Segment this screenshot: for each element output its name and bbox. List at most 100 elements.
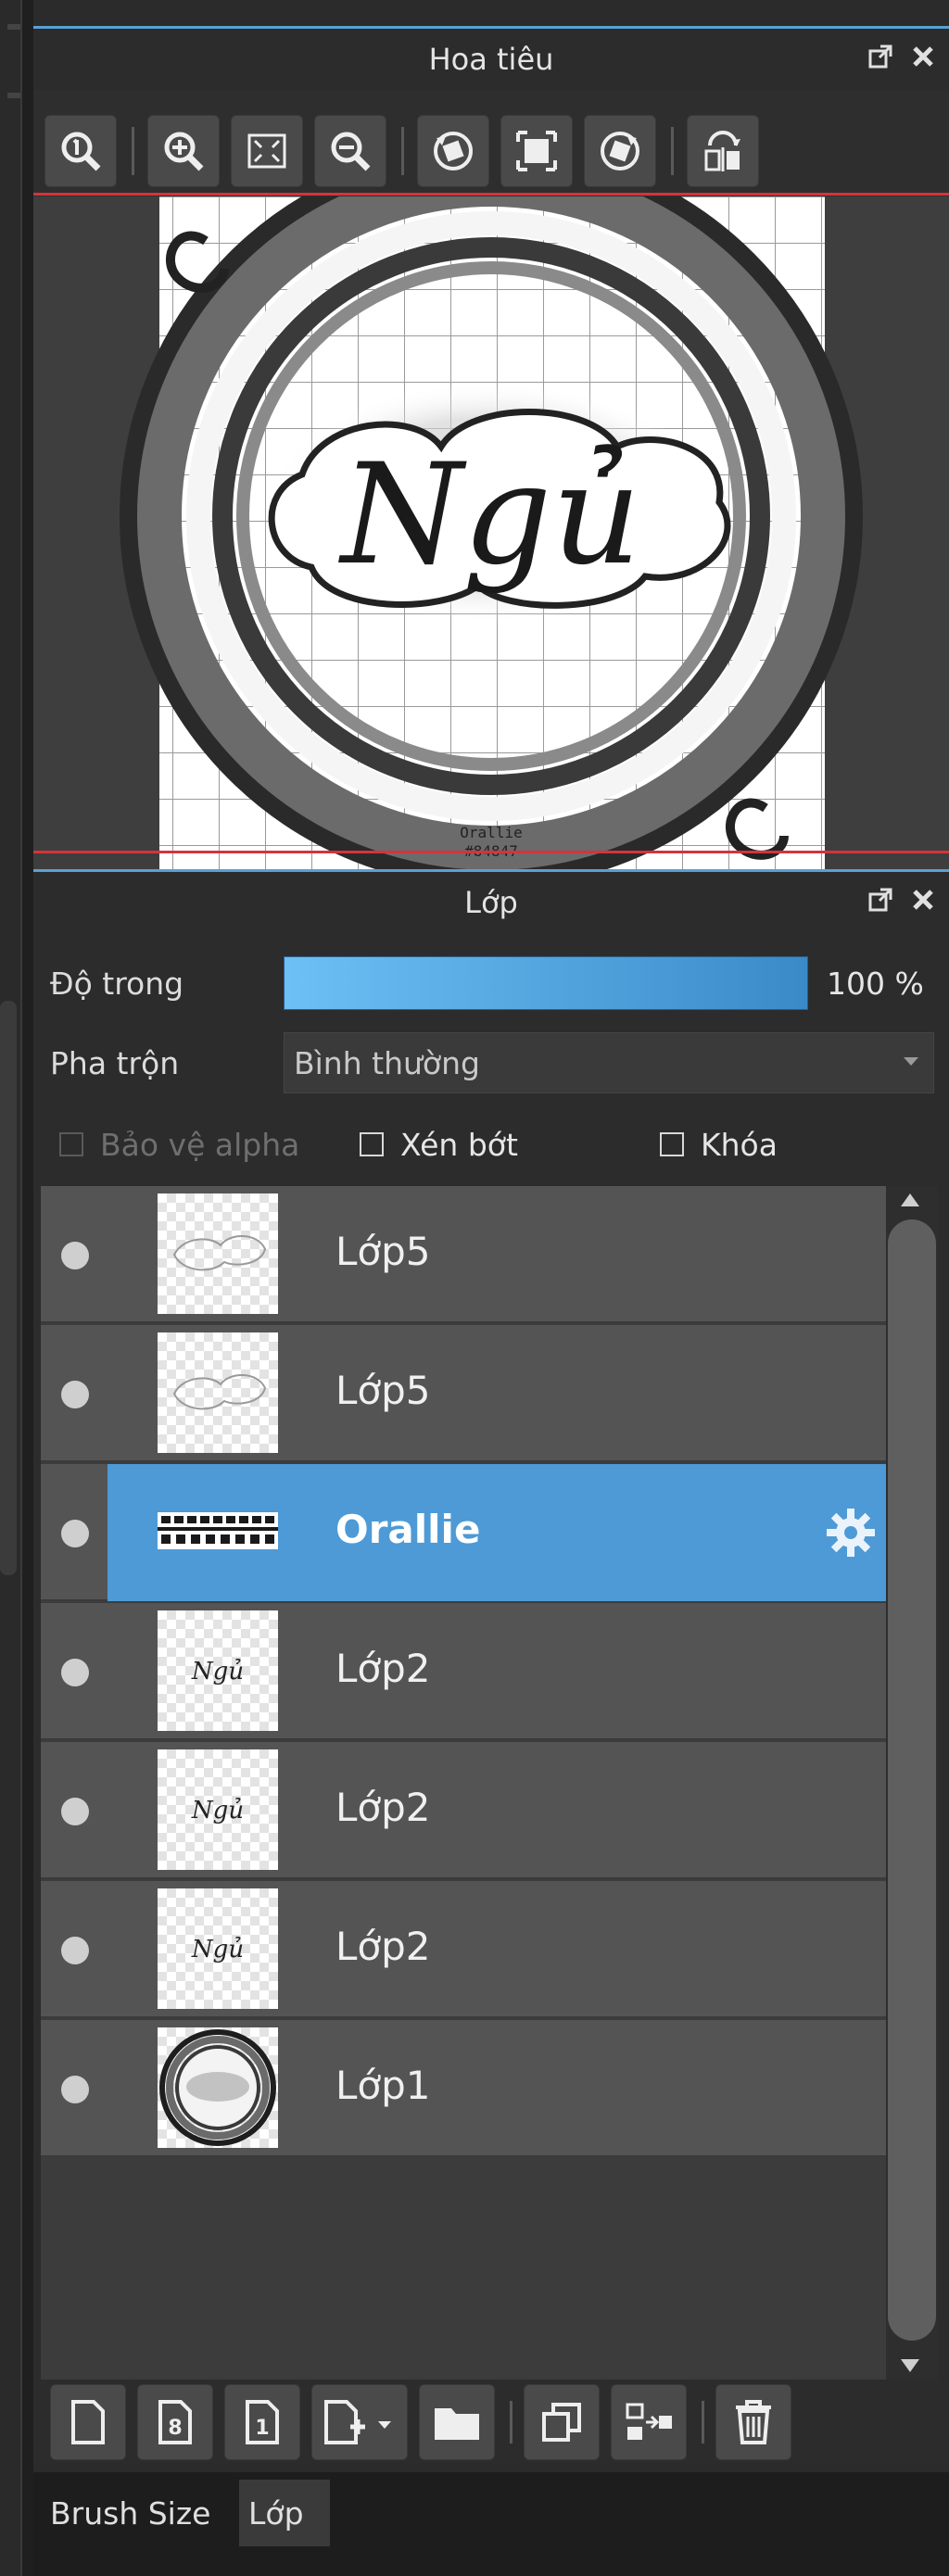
- svg-text:Ngủ: Ngủ: [191, 1797, 244, 1825]
- scroll-up-icon[interactable]: [901, 1193, 919, 1206]
- blend-mode-select[interactable]: Bình thường: [284, 1032, 934, 1093]
- layer-thumbnail: [158, 1193, 278, 1314]
- chevron-down-icon: [904, 1057, 918, 1066]
- layer-name: Orallie: [335, 1507, 481, 1552]
- toolbar-separator: [671, 127, 674, 175]
- zoom-out-icon[interactable]: [314, 115, 386, 187]
- svg-text:8: 8: [168, 2417, 182, 2440]
- layer-row[interactable]: Lớp1: [41, 2020, 886, 2157]
- layer-thumbnail: [158, 2027, 278, 2148]
- visibility-toggle[interactable]: [61, 1798, 89, 1825]
- visibility-toggle[interactable]: [61, 1242, 89, 1269]
- opacity-slider[interactable]: [284, 956, 808, 1010]
- opacity-row: Độ trong 100 %: [33, 951, 949, 1016]
- tab-brush-size-label: Brush Size: [50, 2494, 211, 2532]
- dock-marker: [7, 93, 20, 98]
- navigator-panel: Hoa tiêu Ngủ Orallie: [33, 26, 949, 877]
- popout-icon[interactable]: [866, 885, 895, 915]
- panel-tabbar: Brush Size Lớp: [33, 2472, 949, 2576]
- fit-screen-icon[interactable]: [231, 115, 303, 187]
- navigator-frame-bottom: [33, 851, 949, 853]
- svg-text:Ngủ: Ngủ: [191, 1936, 244, 1964]
- toolbar-separator: [702, 2401, 704, 2443]
- layer-options-row: Bảo vệ alpha Xén bớt Khóa: [33, 1112, 949, 1177]
- visibility-toggle[interactable]: [61, 1937, 89, 1964]
- layer-row[interactable]: Ngủ Lớp2: [41, 1881, 886, 2018]
- popout-icon[interactable]: [866, 42, 895, 71]
- toolbar-separator: [401, 127, 404, 175]
- layer-toolbar: 8 1: [33, 2376, 949, 2469]
- toolbar-separator: [132, 127, 134, 175]
- layer-name: Lớp1: [335, 2063, 431, 2108]
- layer-row[interactable]: Ngủ Lớp2: [41, 1742, 886, 1879]
- flip-horizontal-icon[interactable]: [687, 115, 759, 187]
- left-scrollbar[interactable]: [0, 1001, 17, 1575]
- blend-label: Pha trộn: [50, 1044, 180, 1081]
- opacity-label: Độ trong: [50, 965, 184, 1002]
- visibility-toggle[interactable]: [61, 2076, 89, 2103]
- lock-checkbox[interactable]: Khóa: [660, 1127, 778, 1163]
- visibility-toggle[interactable]: [61, 1381, 89, 1408]
- fit-canvas-icon[interactable]: [500, 115, 573, 187]
- layer-header: Lớp: [33, 869, 949, 933]
- svg-text:1: 1: [255, 2417, 269, 2440]
- layer-list-scrollbar[interactable]: [886, 1186, 938, 2380]
- left-dock-strip: [0, 0, 33, 2576]
- navigator-header: Hoa tiêu: [33, 26, 949, 90]
- clipping-checkbox[interactable]: Xén bớt: [360, 1127, 518, 1163]
- opacity-value: 100 %: [827, 965, 924, 1002]
- navigator-title: Hoa tiêu: [428, 42, 554, 77]
- zoom-100-icon[interactable]: [44, 115, 117, 187]
- close-icon[interactable]: [908, 885, 938, 915]
- new-1bit-layer-icon[interactable]: 1: [224, 2384, 300, 2460]
- duplicate-layer-icon[interactable]: [524, 2384, 600, 2460]
- canvas-preview-art: Ngủ Orallie #84847: [120, 196, 863, 877]
- checkbox-box: [660, 1132, 684, 1156]
- layer-name: Lớp2: [335, 1785, 431, 1830]
- visibility-toggle[interactable]: [61, 1520, 89, 1547]
- layer-list: Lớp5 Lớp5 Orallie Ngủ Lớp2 Ngủ Lớp2 Ngủ …: [41, 1186, 919, 2380]
- layer-title: Lớp: [464, 885, 518, 920]
- tab-brush-size[interactable]: Brush Size: [41, 2480, 235, 2546]
- visibility-toggle[interactable]: [61, 1659, 89, 1686]
- protect-alpha-label: Bảo vệ alpha: [100, 1126, 300, 1163]
- lock-label: Khóa: [701, 1126, 778, 1163]
- clipping-label: Xén bớt: [400, 1126, 518, 1163]
- layer-name: Lớp2: [335, 1924, 431, 1969]
- layer-thumbnail: Ngủ: [158, 1749, 278, 1870]
- blend-row: Pha trộn Bình thường: [33, 1030, 949, 1095]
- layer-row[interactable]: Lớp5: [41, 1186, 886, 1323]
- layer-row-selected[interactable]: Orallie: [41, 1464, 886, 1601]
- navigator-preview[interactable]: Ngủ Orallie #84847: [33, 196, 949, 877]
- layer-thumbnail: Ngủ: [158, 1888, 278, 2009]
- new-layer-icon[interactable]: [50, 2384, 126, 2460]
- merge-down-icon[interactable]: [611, 2384, 687, 2460]
- new-8bit-layer-icon[interactable]: 8: [137, 2384, 213, 2460]
- scroll-down-icon[interactable]: [901, 2359, 919, 2372]
- svg-text:Ngủ: Ngủ: [191, 1658, 244, 1686]
- rotate-left-icon[interactable]: [417, 115, 489, 187]
- preview-watermark-1: Orallie: [460, 824, 522, 841]
- gear-icon[interactable]: [823, 1505, 879, 1560]
- checkbox-box: [59, 1132, 83, 1156]
- rotate-right-icon[interactable]: [584, 115, 656, 187]
- close-icon[interactable]: [908, 42, 938, 71]
- dock-marker: [7, 24, 20, 30]
- scroll-thumb[interactable]: [888, 1219, 936, 2341]
- layer-row[interactable]: Lớp5: [41, 1325, 886, 1462]
- navigator-frame-top: [33, 193, 949, 196]
- layer-row[interactable]: Ngủ Lớp2: [41, 1603, 886, 1740]
- layer-thumbnail: [158, 1471, 278, 1592]
- add-layer-dropdown-icon[interactable]: [311, 2384, 408, 2460]
- layer-thumbnail: [158, 1332, 278, 1453]
- folder-icon[interactable]: [419, 2384, 495, 2460]
- blend-mode-value: Bình thường: [294, 1044, 480, 1081]
- layer-name: Lớp5: [335, 1368, 431, 1413]
- layer-name: Lớp2: [335, 1646, 431, 1691]
- zoom-in-icon[interactable]: [147, 115, 220, 187]
- layer-name: Lớp5: [335, 1229, 431, 1274]
- protect-alpha-checkbox[interactable]: Bảo vệ alpha: [59, 1127, 299, 1163]
- tab-layer[interactable]: Lớp: [239, 2480, 330, 2546]
- trash-icon[interactable]: [715, 2384, 791, 2460]
- tab-layer-label: Lớp: [248, 2494, 304, 2532]
